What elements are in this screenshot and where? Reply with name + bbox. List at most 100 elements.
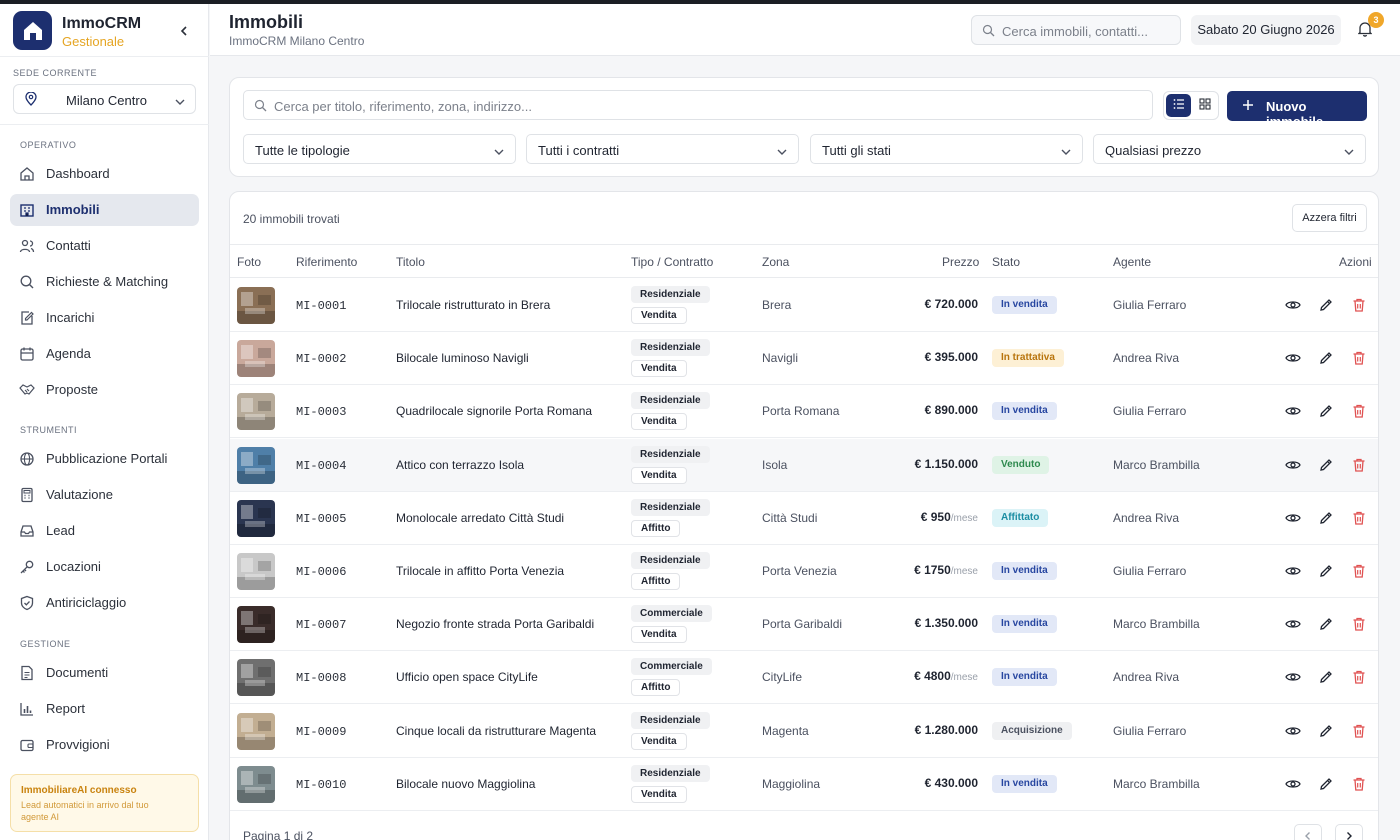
table-row[interactable]: MI-0008 Ufficio open space CityLife Comm… [230,651,1378,705]
delete-trash-icon[interactable] [1351,563,1367,579]
sidebar-item-agenda[interactable]: Agenda [10,338,199,370]
delete-trash-icon[interactable] [1351,350,1367,366]
filter-stato[interactable]: Tutti gli stati [810,134,1083,164]
property-title[interactable]: Attico con terrazzo Isola [396,458,524,472]
sidebar-item-immobili[interactable]: Immobili [10,194,199,226]
property-title[interactable]: Quadrilocale signorile Porta Romana [396,404,592,418]
delete-trash-icon[interactable] [1351,510,1367,526]
table-row[interactable]: MI-0003 Quadrilocale signorile Porta Rom… [230,385,1378,439]
delete-trash-icon[interactable] [1351,403,1367,419]
view-eye-icon[interactable] [1285,776,1301,792]
delete-trash-icon[interactable] [1351,723,1367,739]
sidebar-item-proposte[interactable]: Proposte [10,374,199,406]
table-row[interactable]: MI-0006 Trilocale in affitto Porta Venez… [230,545,1378,598]
filter-prezzo[interactable]: Qualsiasi prezzo [1093,134,1366,164]
sidebar-item-documenti[interactable]: Documenti [10,657,199,689]
property-photo[interactable] [237,712,275,750]
view-eye-icon[interactable] [1285,403,1301,419]
property-photo[interactable] [237,287,275,324]
view-eye-icon[interactable] [1285,297,1301,313]
edit-pencil-icon[interactable] [1318,297,1334,313]
sidebar-item-provvigioni[interactable]: Provvigioni [10,729,199,761]
property-photo[interactable] [237,393,275,431]
next-page-button[interactable] [1335,824,1363,840]
view-eye-icon[interactable] [1285,457,1301,473]
sidebar-item-antiriciclaggio[interactable]: Antiriciclaggio [10,587,199,619]
edit-pencil-icon[interactable] [1318,563,1334,579]
reset-filters-button[interactable]: Azzera filtri [1292,204,1367,232]
delete-trash-icon[interactable] [1351,297,1367,313]
sidebar-item-valutazione[interactable]: Valutazione [10,479,199,511]
grid-view-button[interactable] [1192,94,1217,117]
property-type-tag: Residenziale [631,764,710,782]
edit-pencil-icon[interactable] [1318,403,1334,419]
sidebar-item-report[interactable]: Report [10,693,199,725]
delete-trash-icon[interactable] [1351,457,1367,473]
sidebar-item-portali[interactable]: Pubblicazione Portali [10,443,199,475]
property-title[interactable]: Monolocale arredato Città Studi [396,511,564,525]
sede-select[interactable]: Milano Centro [13,84,196,114]
table-row[interactable]: MI-0005 Monolocale arredato Città Studi … [230,492,1378,545]
table-row[interactable]: MI-0001 Trilocale ristrutturato in Brera… [230,279,1378,332]
edit-pencil-icon[interactable] [1318,776,1334,792]
view-eye-icon[interactable] [1285,510,1301,526]
property-photo[interactable] [237,446,275,484]
property-photo[interactable] [237,659,275,697]
delete-trash-icon[interactable] [1351,669,1367,685]
table-row[interactable]: MI-0007 Negozio fronte strada Porta Gari… [230,598,1378,652]
edit-pencil-icon[interactable] [1318,350,1334,366]
sidebar-item-locazioni[interactable]: Locazioni [10,551,199,583]
delete-trash-icon[interactable] [1351,776,1367,792]
sidebar-item-incarichi[interactable]: Incarichi [10,302,199,334]
view-eye-icon[interactable] [1285,563,1301,579]
sidebar-item-label: Valutazione [46,487,113,502]
edit-pencil-icon[interactable] [1318,723,1334,739]
filter-contratto[interactable]: Tutti i contratti [526,134,799,164]
view-eye-icon[interactable] [1285,669,1301,685]
contract-type-tag: Vendita [631,466,687,484]
property-photo[interactable] [237,553,275,590]
property-title[interactable]: Bilocale nuovo Maggiolina [396,777,535,791]
table-row[interactable]: MI-0004 Attico con terrazzo Isola Reside… [230,438,1378,492]
property-reference: MI-0010 [296,777,347,792]
delete-trash-icon[interactable] [1351,616,1367,632]
property-search[interactable] [243,90,1153,120]
property-photo[interactable] [237,499,275,537]
sidebar-item-lead[interactable]: Lead [10,515,199,547]
view-eye-icon[interactable] [1285,723,1301,739]
sidebar-item-dashboard[interactable]: Dashboard [10,158,199,190]
table-row[interactable]: MI-0010 Bilocale nuovo Maggiolina Reside… [230,758,1378,811]
property-title[interactable]: Negozio fronte strada Porta Garibaldi [396,617,594,631]
property-photo[interactable] [237,765,275,803]
property-title[interactable]: Trilocale ristrutturato in Brera [396,298,550,312]
property-photo[interactable] [237,606,275,644]
filter-prezzo-value: Qualsiasi prezzo [1105,143,1202,158]
property-search-input[interactable] [274,97,1134,115]
property-title[interactable]: Trilocale in affitto Porta Venezia [396,564,564,578]
edit-pencil-icon[interactable] [1318,510,1334,526]
global-search[interactable] [971,15,1181,45]
sidebar-item-richieste[interactable]: Richieste & Matching [10,266,199,298]
view-eye-icon[interactable] [1285,350,1301,366]
property-title[interactable]: Ufficio open space CityLife [396,670,538,684]
calculator-icon [19,487,35,503]
property-photo[interactable] [237,340,275,378]
property-title[interactable]: Bilocale luminoso Navigli [396,351,529,365]
list-view-button[interactable] [1166,94,1191,117]
table-row[interactable]: MI-0002 Bilocale luminoso Navigli Reside… [230,332,1378,386]
sidebar-item-contatti[interactable]: Contatti [10,230,199,262]
edit-pencil-icon[interactable] [1318,669,1334,685]
property-type-tag: Commerciale [631,605,712,623]
edit-pencil-icon[interactable] [1318,616,1334,632]
view-eye-icon[interactable] [1285,616,1301,632]
status-badge: In vendita [992,402,1057,421]
previous-page-button[interactable] [1294,824,1322,840]
new-property-button[interactable]: Nuovo immobile [1227,91,1367,129]
property-title[interactable]: Cinque locali da ristrutturare Magenta [396,724,596,738]
edit-pencil-icon[interactable] [1318,457,1334,473]
filter-tipologia[interactable]: Tutte le tipologie [243,134,516,164]
globe-icon [19,451,35,467]
table-row[interactable]: MI-0009 Cinque locali da ristrutturare M… [230,705,1378,758]
collapse-sidebar-button[interactable] [176,23,192,39]
global-search-input[interactable] [1002,22,1172,40]
